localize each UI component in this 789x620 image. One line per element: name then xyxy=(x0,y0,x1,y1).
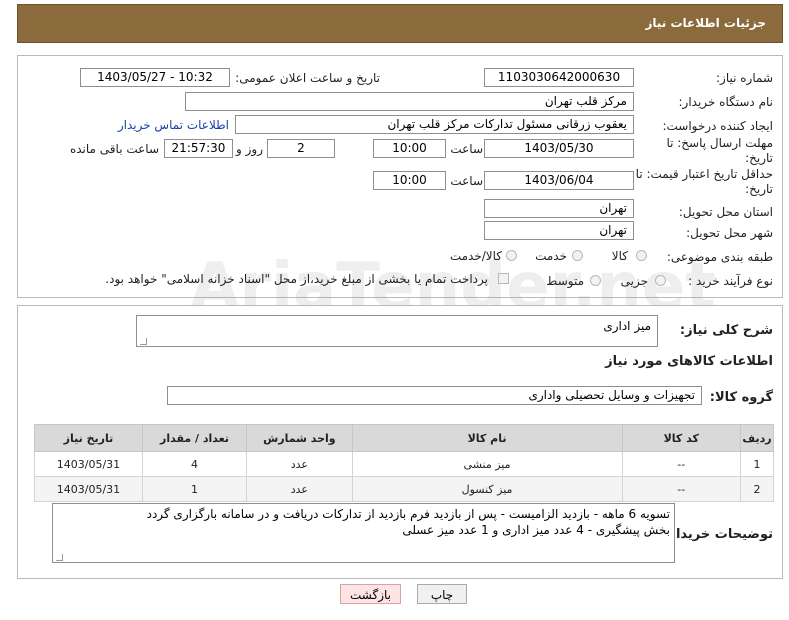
treasury-payment-checkbox[interactable] xyxy=(498,273,509,284)
cell-goods-code: -- xyxy=(621,476,741,502)
summary-field[interactable]: میز اداری xyxy=(136,315,658,347)
province-field: تهران xyxy=(484,199,634,218)
buyer-org-label: نام دستگاه خریدار: xyxy=(678,95,774,109)
remaining-time-label: ساعت باقی مانده xyxy=(69,142,159,156)
purchase-partial-label: جزیی xyxy=(620,274,648,288)
page-header: جزئیات اطلاعات نیاز xyxy=(17,4,783,43)
table-row: 1403/05/31 1 عدد میز کنسول -- 2 xyxy=(34,476,775,502)
reply-time-field: 10:00 xyxy=(373,139,446,158)
treasury-payment-note: پرداخت تمام یا بخشی از مبلغ خرید،از محل … xyxy=(105,272,488,286)
buyer-notes-resize-handle[interactable] xyxy=(56,554,63,561)
category-goods-service-radio[interactable] xyxy=(506,250,517,261)
header-goods-code: کد کالا xyxy=(621,424,741,452)
purchase-medium-radio[interactable] xyxy=(590,275,601,286)
reply-deadline-label-2: تاریخ: xyxy=(745,151,773,165)
creator-label: ایجاد کننده درخواست: xyxy=(662,119,773,133)
cell-quantity: 1 xyxy=(141,476,248,502)
announce-datetime-label: تاریخ و ساعت اعلان عمومی: xyxy=(235,71,380,85)
buyer-contact-link[interactable]: اطلاعات تماس خریدار xyxy=(118,118,229,132)
city-label: شهر محل تحویل: xyxy=(686,226,773,240)
purchase-medium-label: متوسط xyxy=(546,274,584,288)
buyer-org-field: مرکز قلب تهران xyxy=(185,92,634,111)
reply-time-label: ساعت xyxy=(450,142,483,156)
price-validity-time-field: 10:00 xyxy=(373,171,446,190)
header-need-date: تاریخ نیاز xyxy=(34,424,143,452)
back-button[interactable]: بازگشت xyxy=(340,584,401,604)
province-label: استان محل تحویل: xyxy=(678,205,773,219)
reply-deadline-label: مهلت ارسال پاسخ: تا xyxy=(666,136,773,150)
goods-table-header: تاریخ نیاز تعداد / مقدار واحد شمارش نام … xyxy=(34,424,775,452)
header-quantity: تعداد / مقدار xyxy=(141,424,248,452)
goods-group-field: تجهیزات و وسایل تحصیلی واداری xyxy=(167,386,702,405)
buyer-notes-line-1: تسویه 6 ماهه - بازدید الزامیست - پس از ب… xyxy=(146,507,670,521)
print-button[interactable]: چاپ xyxy=(417,584,467,604)
price-validity-date-field: 1403/06/04 xyxy=(484,171,634,190)
city-field: تهران xyxy=(484,221,634,240)
goods-group-label: گروه کالا: xyxy=(709,390,773,405)
cell-row-number: 1 xyxy=(739,451,775,477)
announce-datetime-field: 1403/05/27 - 10:32 xyxy=(80,68,230,87)
category-service-radio[interactable] xyxy=(572,250,583,261)
cell-goods-name: میز کنسول xyxy=(351,476,623,502)
purchase-partial-radio[interactable] xyxy=(655,275,666,286)
summary-label: شرح کلی نیاز: xyxy=(679,323,773,338)
buyer-notes-label: توضیحات خریدار: xyxy=(663,527,773,542)
header-row-number: ردیف xyxy=(739,424,775,452)
need-number-field: 1103030642000630 xyxy=(484,68,634,87)
cell-goods-name: میز منشی xyxy=(351,451,623,477)
page-title: جزئیات اطلاعات نیاز xyxy=(645,16,766,30)
summary-resize-handle[interactable] xyxy=(140,338,147,345)
creator-field: یعقوب زرقانی مسئول تدارکات مرکز قلب تهرا… xyxy=(235,115,634,134)
category-service-label: خدمت xyxy=(535,249,567,263)
reply-date-field: 1403/05/30 xyxy=(484,139,634,158)
buyer-notes-line-2: بخش پیشگیری - 4 عدد میز اداری و 1 عدد می… xyxy=(402,523,670,537)
need-number-label: شماره نیاز: xyxy=(716,71,773,85)
category-goods-label: کالا xyxy=(611,249,628,263)
cell-need-date: 1403/05/31 xyxy=(34,476,143,502)
table-row: 1403/05/31 4 عدد میز منشی -- 1 xyxy=(34,451,775,477)
price-validity-label: حداقل تاریخ اعتبار قیمت: تا xyxy=(635,167,773,181)
price-validity-time-label: ساعت xyxy=(450,174,483,188)
header-unit: واحد شمارش xyxy=(246,424,353,452)
cell-row-number: 2 xyxy=(739,476,775,502)
cell-need-date: 1403/05/31 xyxy=(34,451,143,477)
category-goods-radio[interactable] xyxy=(636,250,647,261)
category-goods-service-label: کالا/خدمت xyxy=(449,249,502,263)
cell-goods-code: -- xyxy=(621,451,741,477)
cell-unit: عدد xyxy=(246,451,353,477)
cell-unit: عدد xyxy=(246,476,353,502)
days-label: روز و xyxy=(236,142,263,156)
remaining-days-field: 2 xyxy=(267,139,335,158)
goods-table: تاریخ نیاز تعداد / مقدار واحد شمارش نام … xyxy=(34,424,775,502)
remaining-time-field: 21:57:30 xyxy=(164,139,233,158)
buyer-notes-field[interactable]: تسویه 6 ماهه - بازدید الزامیست - پس از ب… xyxy=(52,503,675,563)
goods-info-title: اطلاعات کالاهای مورد نیاز xyxy=(605,354,773,369)
purchase-type-label: نوع فرآیند خرید : xyxy=(688,274,773,288)
price-validity-label-2: تاریخ: xyxy=(745,182,773,196)
header-goods-name: نام کالا xyxy=(351,424,623,452)
category-label: طبقه بندی موضوعی: xyxy=(666,250,773,264)
cell-quantity: 4 xyxy=(141,451,248,477)
